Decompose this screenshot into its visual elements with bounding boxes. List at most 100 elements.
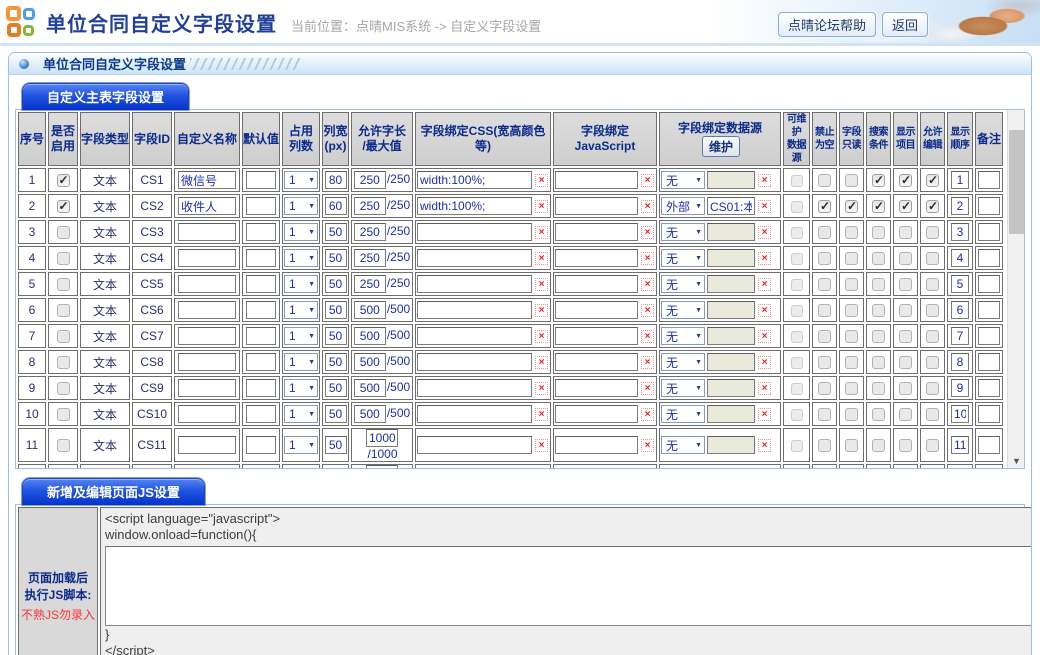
- clear-icon[interactable]: ×: [641, 174, 654, 187]
- readonly-checkbox[interactable]: [845, 278, 858, 291]
- datasource-value-input[interactable]: [707, 436, 755, 454]
- enabled-checkbox[interactable]: [57, 356, 70, 369]
- search-condition-checkbox[interactable]: [872, 356, 885, 369]
- not-null-checkbox[interactable]: [818, 174, 831, 187]
- datasource-select[interactable]: 外部▼: [661, 197, 705, 215]
- column-count-select[interactable]: 1▼: [284, 275, 318, 293]
- clear-icon[interactable]: ×: [535, 252, 548, 265]
- col-width-input[interactable]: [325, 327, 347, 345]
- js-input[interactable]: [555, 197, 638, 215]
- css-input[interactable]: [417, 379, 532, 397]
- clear-icon[interactable]: ×: [758, 174, 771, 187]
- not-null-checkbox[interactable]: [818, 382, 831, 395]
- default-value-input[interactable]: [246, 197, 276, 215]
- clear-icon[interactable]: ×: [758, 200, 771, 213]
- allow-edit-checkbox[interactable]: [926, 252, 939, 265]
- not-null-checkbox[interactable]: [818, 330, 831, 343]
- max-length-input[interactable]: [354, 171, 386, 189]
- enabled-checkbox[interactable]: [57, 200, 70, 213]
- css-input[interactable]: [417, 171, 532, 189]
- datasource-value-input[interactable]: [707, 223, 755, 241]
- enabled-checkbox[interactable]: [57, 330, 70, 343]
- readonly-checkbox[interactable]: [845, 200, 858, 213]
- not-null-checkbox[interactable]: [818, 226, 831, 239]
- column-count-select[interactable]: 1▼: [284, 171, 318, 189]
- css-input[interactable]: [417, 353, 532, 371]
- js-input[interactable]: [555, 171, 638, 189]
- clear-icon[interactable]: ×: [641, 356, 654, 369]
- note-input[interactable]: [978, 223, 1000, 241]
- js-input[interactable]: [555, 379, 638, 397]
- datasource-select[interactable]: 无▼: [661, 436, 705, 454]
- datasource-value-input[interactable]: [707, 197, 755, 215]
- datasource-select[interactable]: 无▼: [661, 301, 705, 319]
- max-length-input[interactable]: [354, 353, 386, 371]
- clear-icon[interactable]: ×: [535, 304, 548, 317]
- col-width-input[interactable]: [325, 436, 347, 454]
- display-item-checkbox[interactable]: [899, 252, 912, 265]
- display-order-input[interactable]: [951, 405, 969, 423]
- max-length-input[interactable]: [366, 465, 398, 468]
- display-order-input[interactable]: [951, 353, 969, 371]
- note-input[interactable]: [978, 171, 1000, 189]
- custom-name-input[interactable]: [178, 301, 236, 319]
- enabled-checkbox[interactable]: [57, 408, 70, 421]
- clear-icon[interactable]: ×: [758, 356, 771, 369]
- css-input[interactable]: [417, 301, 532, 319]
- display-order-input[interactable]: [951, 171, 969, 189]
- col-width-input[interactable]: [325, 171, 347, 189]
- js-input[interactable]: [555, 301, 638, 319]
- clear-icon[interactable]: ×: [758, 252, 771, 265]
- col-width-input[interactable]: [325, 353, 347, 371]
- search-condition-checkbox[interactable]: [872, 408, 885, 421]
- clear-icon[interactable]: ×: [758, 382, 771, 395]
- search-condition-checkbox[interactable]: [872, 330, 885, 343]
- clear-icon[interactable]: ×: [641, 200, 654, 213]
- search-condition-checkbox[interactable]: [872, 382, 885, 395]
- clear-icon[interactable]: ×: [641, 382, 654, 395]
- custom-name-input[interactable]: [178, 436, 236, 454]
- default-value-input[interactable]: [246, 436, 276, 454]
- datasource-value-input[interactable]: [707, 405, 755, 423]
- datasource-select[interactable]: 无▼: [661, 223, 705, 241]
- col-width-input[interactable]: [325, 301, 347, 319]
- custom-name-input[interactable]: [178, 249, 236, 267]
- maintain-datasource-button[interactable]: 维护: [702, 136, 740, 157]
- default-value-input[interactable]: [246, 223, 276, 241]
- max-length-input[interactable]: [354, 379, 386, 397]
- clear-icon[interactable]: ×: [641, 252, 654, 265]
- not-null-checkbox[interactable]: [818, 252, 831, 265]
- display-item-checkbox[interactable]: [899, 382, 912, 395]
- js-input[interactable]: [555, 223, 638, 241]
- allow-edit-checkbox[interactable]: [926, 408, 939, 421]
- display-item-checkbox[interactable]: [899, 174, 912, 187]
- datasource-select[interactable]: 无▼: [661, 171, 705, 189]
- display-item-checkbox[interactable]: [899, 408, 912, 421]
- scrollbar-down-arrow[interactable]: ▼: [1008, 456, 1024, 466]
- clear-icon[interactable]: ×: [535, 174, 548, 187]
- column-count-select[interactable]: 1▼: [284, 197, 318, 215]
- clear-icon[interactable]: ×: [535, 408, 548, 421]
- tab-main-fields[interactable]: 自定义主表字段设置: [22, 83, 189, 110]
- allow-edit-checkbox[interactable]: [926, 356, 939, 369]
- display-order-input[interactable]: [951, 197, 969, 215]
- clear-icon[interactable]: ×: [535, 439, 548, 452]
- note-input[interactable]: [978, 197, 1000, 215]
- css-input[interactable]: [417, 223, 532, 241]
- column-count-select[interactable]: 1▼: [284, 301, 318, 319]
- display-item-checkbox[interactable]: [899, 304, 912, 317]
- enabled-checkbox[interactable]: [57, 252, 70, 265]
- js-input[interactable]: [555, 249, 638, 267]
- not-null-checkbox[interactable]: [818, 439, 831, 452]
- css-input[interactable]: [417, 275, 532, 293]
- js-input[interactable]: [555, 405, 638, 423]
- allow-edit-checkbox[interactable]: [926, 226, 939, 239]
- readonly-checkbox[interactable]: [845, 408, 858, 421]
- max-length-input[interactable]: [354, 405, 386, 423]
- column-count-select[interactable]: 1▼: [284, 353, 318, 371]
- display-item-checkbox[interactable]: [899, 439, 912, 452]
- clear-icon[interactable]: ×: [641, 439, 654, 452]
- clear-icon[interactable]: ×: [758, 408, 771, 421]
- clear-icon[interactable]: ×: [641, 226, 654, 239]
- default-value-input[interactable]: [246, 327, 276, 345]
